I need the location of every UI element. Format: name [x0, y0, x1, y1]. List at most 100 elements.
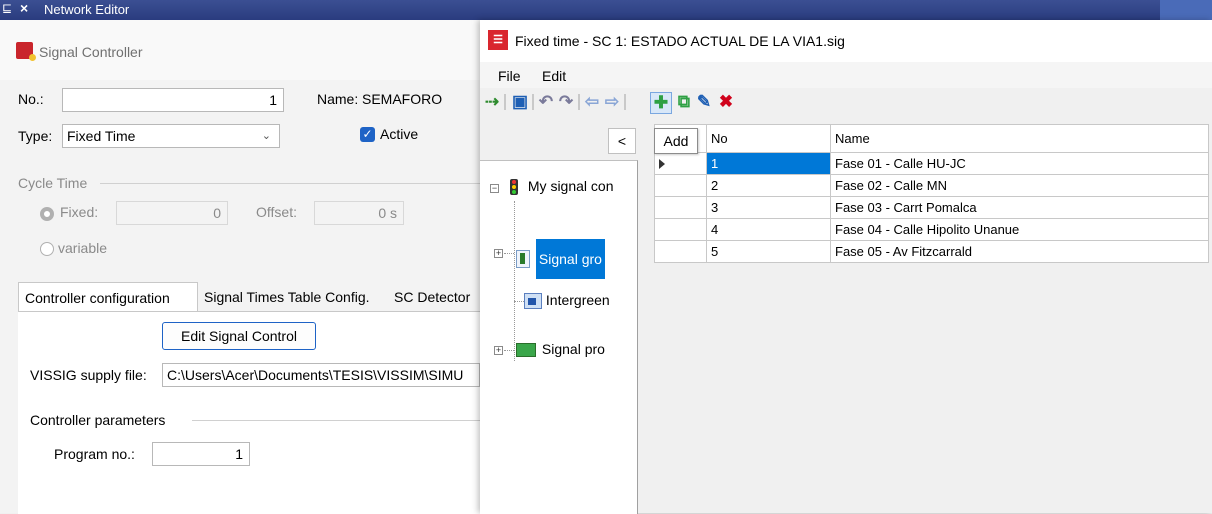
controller-parameters-label: Controller parameters — [30, 412, 166, 428]
toolbar: ⇢ ▣ ↶ ↷ ⇦ ⇨ ✚ ⧉ ✎ ✖ — [480, 88, 1212, 116]
cell-name[interactable]: Fase 05 - Av Fitzcarrald — [830, 240, 1209, 263]
network-editor-titlebar: ⊑ × Network Editor — [0, 0, 1212, 20]
cell-no[interactable]: 3 — [706, 196, 831, 219]
type-select[interactable]: Fixed Time ⌄ — [62, 124, 280, 148]
table-row[interactable]: 3 Fase 03 - Carrt Pomalca — [654, 196, 1209, 219]
active-checkbox[interactable]: ✓ — [360, 127, 375, 142]
fixed-time-titlebar: ☰ Fixed time - SC 1: ESTADO ACTUAL DE LA… — [480, 20, 1212, 62]
cell-no[interactable]: 1 — [706, 152, 831, 175]
fixed-radio[interactable] — [40, 207, 54, 221]
row-selector[interactable] — [654, 196, 707, 219]
save-icon[interactable]: ▣ — [510, 92, 530, 112]
supply-file-field[interactable]: C:\Users\Acer\Documents\TESIS\VISSIM\SIM… — [162, 363, 480, 387]
pin-icon[interactable]: ⊑ — [2, 1, 12, 15]
tree-item-signal-programs[interactable]: Signal pro — [516, 341, 605, 358]
column-header-name[interactable]: Name — [830, 124, 1209, 153]
menu-edit[interactable]: Edit — [542, 68, 566, 84]
tree-expand-icon[interactable]: + — [494, 346, 503, 355]
toolbar-separator — [578, 94, 580, 110]
group-divider — [100, 183, 480, 184]
undo-icon[interactable]: ↶ — [536, 92, 556, 112]
cycle-time-label: Cycle Time — [18, 175, 88, 191]
tab-signal-times-table-config[interactable]: Signal Times Table Config. — [198, 282, 392, 312]
program-no-field[interactable]: 1 — [152, 442, 250, 466]
menu-file[interactable]: File — [498, 68, 521, 84]
cell-name[interactable]: Fase 03 - Carrt Pomalca — [830, 196, 1209, 219]
tree-expand-icon[interactable]: + — [494, 249, 503, 258]
edit-signal-control-button[interactable]: Edit Signal Control — [162, 322, 316, 350]
add-icon[interactable]: ✚ — [650, 92, 672, 114]
controller-configuration-panel: Edit Signal Control VISSIG supply file: … — [18, 311, 480, 514]
toolbar-separator — [532, 94, 534, 110]
close-icon[interactable]: × — [20, 0, 28, 16]
toolbar-separator — [624, 94, 626, 110]
duplicate-icon[interactable]: ⧉ — [674, 92, 694, 112]
cell-no[interactable]: 5 — [706, 240, 831, 263]
no-label: No.: — [18, 91, 44, 107]
tree-line — [504, 253, 514, 254]
active-label: Active — [380, 126, 419, 142]
signal-groups-table: No Name 1 Fase 01 - Calle HU-JC 2 Fase 0… — [654, 124, 1212, 263]
tree-root-node[interactable]: My signal con — [510, 178, 613, 196]
row-selector[interactable] — [654, 174, 707, 197]
titlebar-decoration — [1160, 0, 1212, 20]
collapse-pane-button[interactable]: < — [608, 128, 636, 154]
signal-groups-pane: No Name 1 Fase 01 - Calle HU-JC 2 Fase 0… — [638, 116, 1212, 513]
tree-line — [514, 201, 515, 361]
intergreen-icon — [524, 293, 542, 310]
arrow-left-icon[interactable]: ⇦ — [582, 92, 602, 112]
table-row[interactable]: 5 Fase 05 - Av Fitzcarrald — [654, 240, 1209, 263]
fixed-time-window: ☰ Fixed time - SC 1: ESTADO ACTUAL DE LA… — [480, 20, 1212, 514]
cell-no[interactable]: 2 — [706, 174, 831, 197]
table-row[interactable]: 2 Fase 02 - Calle MN — [654, 174, 1209, 197]
signal-program-icon — [516, 343, 536, 358]
network-editor-title: Network Editor — [44, 2, 130, 17]
delete-icon[interactable]: ✖ — [716, 92, 736, 112]
signal-controller-icon — [16, 42, 36, 61]
column-header-no[interactable]: No — [706, 124, 831, 153]
variable-radio[interactable] — [40, 242, 54, 256]
tree-item-intergreen[interactable]: Intergreen — [524, 292, 610, 310]
cell-name[interactable]: Fase 02 - Calle MN — [830, 174, 1209, 197]
group-divider — [192, 420, 480, 421]
row-selector[interactable] — [654, 218, 707, 241]
cell-name[interactable]: Fase 01 - Calle HU-JC — [830, 152, 1209, 175]
fixed-field[interactable]: 0 — [116, 201, 228, 225]
offset-field[interactable]: 0 s — [314, 201, 404, 225]
add-tooltip: Add — [654, 128, 698, 154]
fixed-time-title: Fixed time - SC 1: ESTADO ACTUAL DE LA V… — [515, 33, 845, 49]
name-field[interactable]: SEMAFORO — [362, 91, 442, 107]
tree-line — [504, 350, 514, 351]
name-label: Name: — [317, 91, 359, 107]
cell-name[interactable]: Fase 04 - Calle Hipolito Unanue — [830, 218, 1209, 241]
tree-item-label: Signal gro — [535, 239, 605, 279]
row-selector[interactable] — [654, 152, 707, 175]
signal-group-icon — [516, 250, 530, 268]
row-selector[interactable] — [654, 240, 707, 263]
type-select-value: Fixed Time — [67, 128, 136, 144]
tree-item-signal-groups[interactable]: Signal gro — [516, 239, 605, 279]
navigation-pane: < − My signal con + Signal gro Intergree… — [480, 116, 638, 514]
tab-sc-detector[interactable]: SC Detector — [388, 282, 480, 312]
variable-label: variable — [58, 240, 108, 256]
tree-line — [514, 301, 524, 302]
tree-item-label: Intergreen — [545, 292, 610, 308]
toolbar-separator — [504, 94, 506, 110]
signal-controller-titlebar: Signal Controller — [0, 20, 480, 80]
menu-bar: File Edit — [480, 62, 1212, 88]
signal-controller-title: Signal Controller — [39, 44, 143, 60]
tab-controller-configuration[interactable]: Controller configuration — [18, 282, 198, 312]
table-row[interactable]: 4 Fase 04 - Calle Hipolito Unanue — [654, 218, 1209, 241]
arrow-right-icon[interactable]: ⇨ — [602, 92, 622, 112]
edit-pencil-icon[interactable]: ✎ — [694, 92, 714, 112]
table-row[interactable]: 1 Fase 01 - Calle HU-JC — [654, 152, 1209, 175]
exit-icon[interactable]: ⇢ — [482, 92, 502, 112]
tree-item-label: Signal pro — [541, 341, 605, 357]
redo-icon[interactable]: ↷ — [556, 92, 576, 112]
traffic-light-icon — [510, 179, 518, 196]
program-no-label: Program no.: — [54, 446, 135, 462]
chevron-down-icon: ⌄ — [261, 130, 271, 142]
tree-collapse-icon[interactable]: − — [490, 184, 499, 193]
no-field[interactable]: 1 — [62, 88, 284, 112]
cell-no[interactable]: 4 — [706, 218, 831, 241]
